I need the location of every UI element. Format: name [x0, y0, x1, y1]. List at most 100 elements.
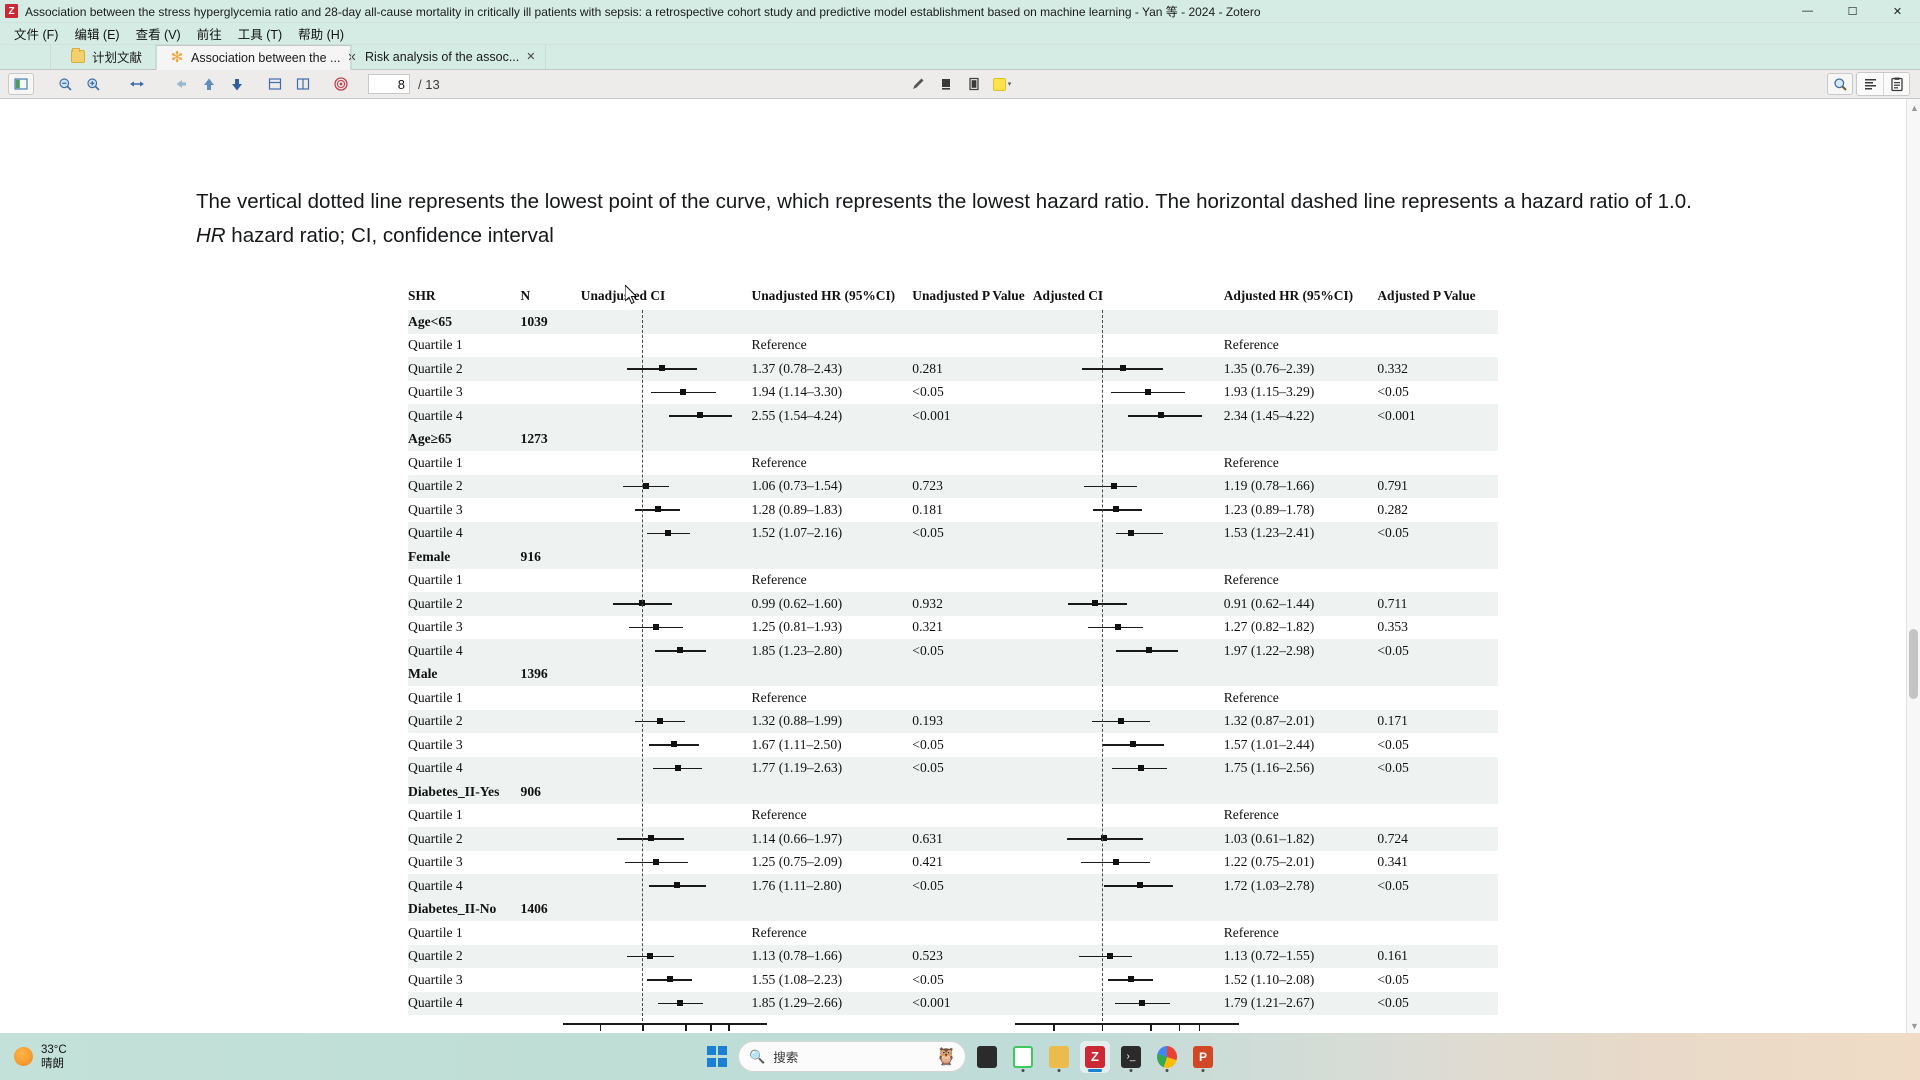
- previous-page-icon[interactable]: [196, 73, 222, 95]
- unadjusted-hr-value: 1.94 (1.14–3.30): [751, 384, 843, 400]
- point-estimate-marker: [671, 741, 678, 747]
- point-estimate-marker: [1118, 717, 1125, 724]
- navigate-back-icon[interactable]: [168, 73, 194, 95]
- figure-note-line2-b: hazard ratio; CI, confidence interval: [225, 224, 554, 247]
- row-n: [521, 451, 581, 475]
- forest-plot-cell: [581, 451, 750, 475]
- page-number-input[interactable]: 8: [368, 74, 410, 94]
- axis-tick: [642, 1023, 645, 1031]
- sticky-note-icon[interactable]: [961, 73, 987, 95]
- subgroup-forest-plot: SHR N Unadjusted CI Unadjusted HR (95%CI…: [408, 285, 1498, 1033]
- menu-bar: 文件 (F) 编辑 (E) 查看 (V) 前往 工具 (T) 帮助 (H): [0, 23, 1920, 45]
- owl-widget-icon[interactable]: 🦉: [936, 1047, 957, 1067]
- point-estimate-marker: [1113, 506, 1120, 512]
- scroll-up-arrow[interactable]: ▲: [1910, 103, 1919, 113]
- menu-edit[interactable]: 编辑 (E): [66, 22, 127, 45]
- windows-start-icon[interactable]: [702, 1041, 732, 1073]
- menu-tools[interactable]: 工具 (T): [230, 22, 290, 45]
- adjusted-hr-value: Reference: [1223, 924, 1279, 940]
- adjusted-p-value: <0.05: [1377, 995, 1409, 1011]
- adjusted-hr-value: Reference: [1223, 689, 1279, 705]
- adjusted-p-value: <0.05: [1377, 971, 1409, 987]
- forest-plot-cell: [581, 968, 750, 992]
- adjusted-p-value: [1377, 686, 1498, 710]
- zoom-out-icon[interactable]: [52, 73, 78, 95]
- tab-document-active[interactable]: ✻ Association between the ... ✕: [156, 45, 357, 70]
- unadjusted-hr-value: Reference: [751, 807, 807, 823]
- menu-help[interactable]: 帮助 (H): [290, 22, 352, 45]
- file-explorer-icon[interactable]: [1044, 1041, 1074, 1073]
- minimize-button[interactable]: —: [1785, 0, 1830, 23]
- row-n: [521, 945, 581, 969]
- next-page-icon[interactable]: [224, 73, 250, 95]
- point-estimate-marker: [1112, 858, 1119, 865]
- scroll-down-arrow[interactable]: ▼: [1910, 1021, 1919, 1031]
- zoom-in-icon[interactable]: [80, 73, 106, 95]
- tab-close-icon[interactable]: ✕: [526, 50, 535, 63]
- axis-line: [562, 1023, 767, 1025]
- point-estimate-marker: [1158, 412, 1165, 418]
- group-label: Diabetes_II-No: [408, 901, 497, 917]
- pdf-reader-viewport[interactable]: The vertical dotted line represents the …: [0, 99, 1920, 1033]
- adjusted-p-value: 0.724: [1377, 830, 1408, 846]
- unadjusted-p-value: [912, 804, 1033, 828]
- unadjusted-hr-value: 1.85 (1.23–2.80): [751, 642, 843, 658]
- tab-document-active-label: Association between the ...: [191, 50, 341, 65]
- adjusted-hr-value: 1.57 (1.01–2.44): [1223, 736, 1315, 752]
- group-label: Age≥65: [408, 431, 452, 447]
- menu-view[interactable]: 查看 (V): [128, 22, 189, 45]
- single-page-view-icon[interactable]: [262, 73, 288, 95]
- row-label: Quartile 3: [408, 971, 463, 987]
- weather-temperature: 33°C: [41, 1043, 67, 1056]
- highlight-text-icon[interactable]: [905, 73, 931, 95]
- scrollbar-thumb[interactable]: [1909, 629, 1918, 699]
- maximize-button[interactable]: ☐: [1830, 0, 1875, 23]
- annotation-color-icon[interactable]: [328, 73, 354, 95]
- annotations-panel-icon[interactable]: [1883, 73, 1909, 95]
- powerpoint-icon[interactable]: P: [1188, 1041, 1218, 1073]
- forest-plot-cell: [1033, 428, 1222, 452]
- annotation-color-picker[interactable]: ▾: [989, 73, 1015, 95]
- tab-library[interactable]: 计划文献: [50, 44, 157, 69]
- whatsapp-icon[interactable]: [1008, 1041, 1038, 1073]
- taskbar-search-input[interactable]: 🔍 搜索 🦉: [738, 1041, 966, 1072]
- taskview-icon[interactable]: [972, 1041, 1002, 1073]
- unadjusted-hr-value: 2.55 (1.54–4.24): [751, 407, 843, 423]
- forest-plot-cell: [581, 710, 750, 734]
- forest-plot-cell: [581, 404, 750, 428]
- zotero-icon[interactable]: Z: [1080, 1040, 1110, 1073]
- col-header-unadjusted-p: Unadjusted P Value: [912, 288, 1025, 303]
- adjusted-p-value: 0.161: [1377, 948, 1408, 964]
- underline-text-icon[interactable]: [933, 73, 959, 95]
- find-in-document-icon[interactable]: [1827, 73, 1853, 95]
- forest-group-row: Age<65 1039: [408, 310, 1498, 334]
- vertical-scrollbar[interactable]: ▲ ▼: [1906, 99, 1920, 1033]
- menu-go[interactable]: 前往: [189, 22, 230, 45]
- document-outline-icon[interactable]: [1857, 73, 1883, 95]
- forest-plot-cell: [1033, 498, 1222, 522]
- adjusted-p-value: 0.711: [1377, 595, 1408, 611]
- row-n: [521, 710, 581, 734]
- table-row: Quartile 1 Reference Reference: [408, 686, 1498, 710]
- adjusted-hr-value: 1.23 (0.89–1.78): [1223, 501, 1315, 517]
- sidebar-toggle-icon[interactable]: [8, 73, 34, 95]
- zoom-fit-width-icon[interactable]: [124, 73, 150, 95]
- tab-document-second[interactable]: Risk analysis of the assoc... ✕: [351, 44, 547, 69]
- close-button[interactable]: ✕: [1875, 0, 1920, 23]
- adjusted-hr-value: 1.19 (0.78–1.66): [1223, 478, 1315, 494]
- unadjusted-hr-value: 1.55 (1.08–2.23): [751, 971, 843, 987]
- figure-note-paragraph: The vertical dotted line represents the …: [196, 185, 1706, 253]
- adjusted-p-value: <0.05: [1377, 877, 1409, 893]
- two-page-view-icon[interactable]: [290, 73, 316, 95]
- col-header-unadjusted-hr: Unadjusted HR (95%CI): [751, 288, 896, 303]
- table-row: Quartile 3 1.25 (0.75–2.09) 0.421 1.22 (0.7…: [408, 851, 1498, 875]
- weather-widget[interactable]: 33°C 晴朗: [14, 1043, 67, 1071]
- terminal-icon[interactable]: ›_: [1116, 1041, 1146, 1073]
- chrome-icon[interactable]: [1152, 1041, 1182, 1073]
- forest-plot-cell: [581, 475, 750, 499]
- table-row: Quartile 1 Reference Reference: [408, 921, 1498, 945]
- forest-plot-cell: [1033, 827, 1222, 851]
- menu-file[interactable]: 文件 (F): [6, 22, 66, 45]
- point-estimate-marker: [677, 647, 684, 653]
- forest-plot-cell: [581, 545, 750, 569]
